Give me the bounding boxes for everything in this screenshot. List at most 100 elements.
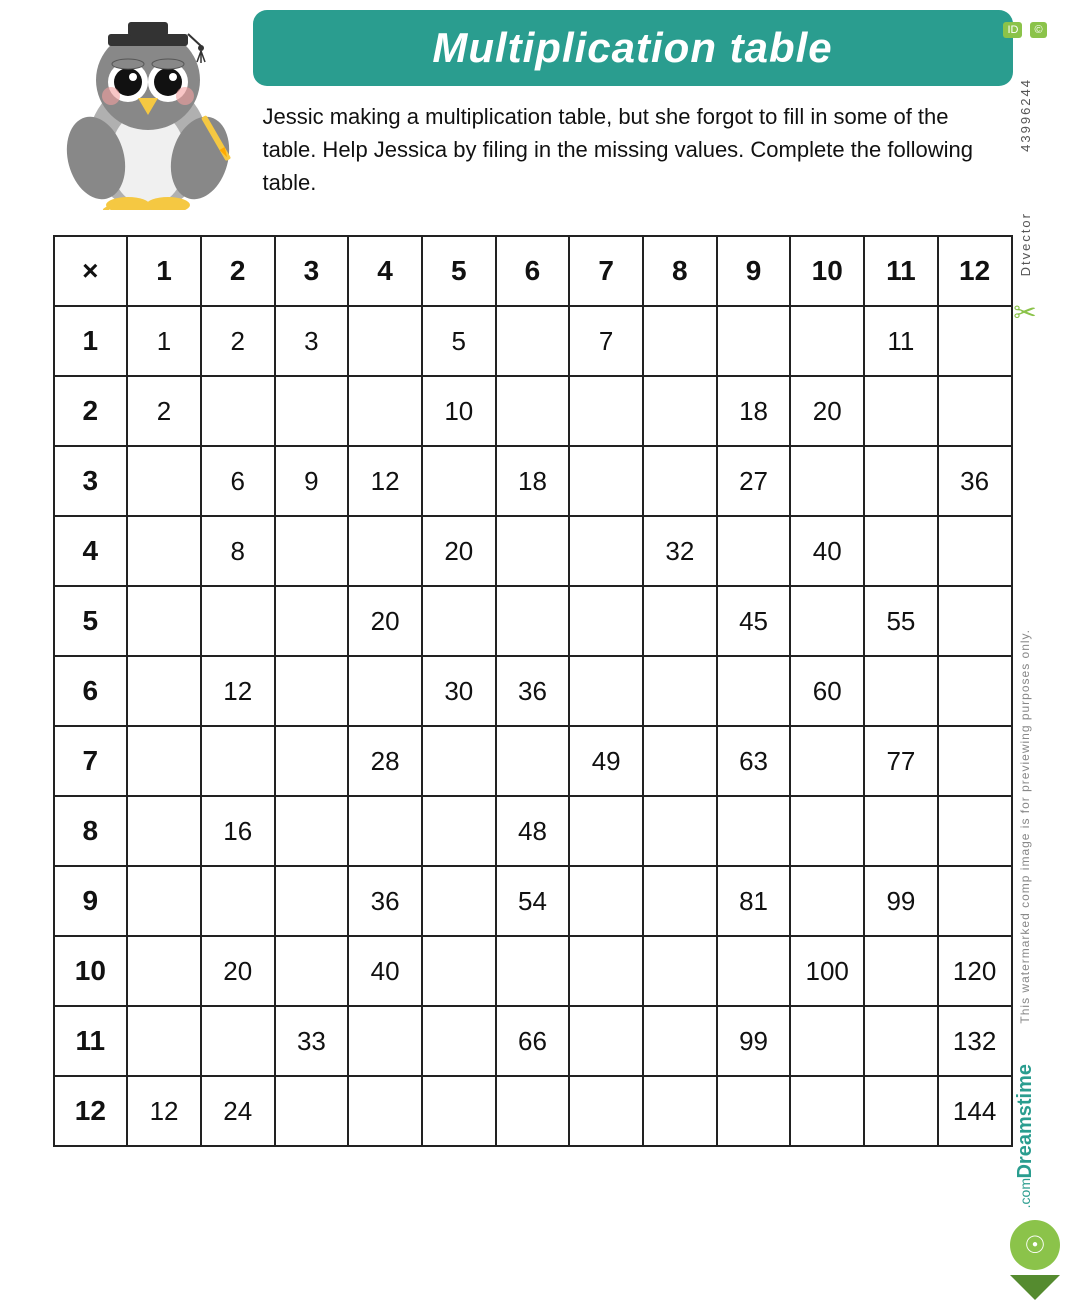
- cell-4-4: [348, 516, 422, 586]
- cell-12-3: [275, 1076, 349, 1146]
- cell-10-4: 40: [348, 936, 422, 1006]
- cell-10-11: [864, 936, 938, 1006]
- cell-12-2: 24: [201, 1076, 275, 1146]
- cell-11-11: [864, 1006, 938, 1076]
- cell-4-8: 32: [643, 516, 717, 586]
- cell-11-7: [569, 1006, 643, 1076]
- row-label-6: 6: [54, 656, 128, 726]
- table-row: 5204555: [54, 586, 1012, 656]
- cell-7-10: [790, 726, 864, 796]
- cell-2-2: [201, 376, 275, 446]
- cell-3-10: [790, 446, 864, 516]
- table-row: 81648: [54, 796, 1012, 866]
- cell-8-9: [717, 796, 791, 866]
- cell-11-2: [201, 1006, 275, 1076]
- cell-10-1: [127, 936, 201, 1006]
- cell-4-2: 8: [201, 516, 275, 586]
- cell-9-7: [569, 866, 643, 936]
- cell-2-8: [643, 376, 717, 446]
- cell-12-1: 12: [127, 1076, 201, 1146]
- cell-2-7: [569, 376, 643, 446]
- cell-1-9: [717, 306, 791, 376]
- cell-7-4: 28: [348, 726, 422, 796]
- cell-4-7: [569, 516, 643, 586]
- dreamstime-brand: Dreamstime: [1014, 1064, 1037, 1179]
- cell-4-10: 40: [790, 516, 864, 586]
- title-banner: Multiplication table: [253, 10, 1013, 86]
- row-label-12: 12: [54, 1076, 128, 1146]
- cell-7-3: [275, 726, 349, 796]
- cell-12-7: [569, 1076, 643, 1146]
- cell-9-6: 54: [496, 866, 570, 936]
- table-header-col-5: 5: [422, 236, 496, 306]
- cell-5-1: [127, 586, 201, 656]
- cell-8-5: [422, 796, 496, 866]
- cell-5-8: [643, 586, 717, 656]
- cell-4-11: [864, 516, 938, 586]
- dreamstime-domain: .com: [1017, 1178, 1033, 1208]
- cell-9-8: [643, 866, 717, 936]
- cell-6-3: [275, 656, 349, 726]
- cell-3-5: [422, 446, 496, 516]
- cell-3-9: 27: [717, 446, 791, 516]
- cell-5-11: 55: [864, 586, 938, 656]
- badge-2: ©: [1030, 22, 1046, 38]
- cell-2-11: [864, 376, 938, 446]
- cell-1-3: 3: [275, 306, 349, 376]
- cell-1-10: [790, 306, 864, 376]
- header-area: Multiplication table Jessic making a mul…: [53, 10, 1013, 215]
- cell-9-4: 36: [348, 866, 422, 936]
- cell-12-11: [864, 1076, 938, 1146]
- cell-10-7: [569, 936, 643, 1006]
- cell-8-10: [790, 796, 864, 866]
- cell-11-6: 66: [496, 1006, 570, 1076]
- cell-7-6: [496, 726, 570, 796]
- row-label-4: 4: [54, 516, 128, 586]
- table-row: 11235711: [54, 306, 1012, 376]
- cell-7-11: 77: [864, 726, 938, 796]
- table-header-col-10: 10: [790, 236, 864, 306]
- table-header-col-9: 9: [717, 236, 791, 306]
- table-row: 4 8 20 32 40: [54, 516, 1012, 586]
- cell-3-3: 9: [275, 446, 349, 516]
- cell-1-5: 5: [422, 306, 496, 376]
- cell-6-11: [864, 656, 938, 726]
- cell-4-5: 20: [422, 516, 496, 586]
- cell-9-3: [275, 866, 349, 936]
- cell-3-11: [864, 446, 938, 516]
- cell-11-8: [643, 1006, 717, 1076]
- table-row: 121224144: [54, 1076, 1012, 1146]
- cell-9-1: [127, 866, 201, 936]
- cell-10-10: 100: [790, 936, 864, 1006]
- cell-1-4: [348, 306, 422, 376]
- cell-8-2: 16: [201, 796, 275, 866]
- side-decoration: ID © 43996244 Dtvector ✂ This watermarke…: [985, 0, 1065, 1300]
- cell-12-4: [348, 1076, 422, 1146]
- cell-3-7: [569, 446, 643, 516]
- cell-6-1: [127, 656, 201, 726]
- row-label-8: 8: [54, 796, 128, 866]
- cell-5-2: [201, 586, 275, 656]
- cell-5-9: 45: [717, 586, 791, 656]
- table-header-col-1: 1: [127, 236, 201, 306]
- cell-1-2: 2: [201, 306, 275, 376]
- cell-2-9: 18: [717, 376, 791, 446]
- cell-6-2: 12: [201, 656, 275, 726]
- table-header-col-8: 8: [643, 236, 717, 306]
- table-row: 612303660: [54, 656, 1012, 726]
- cell-6-8: [643, 656, 717, 726]
- row-label-3: 3: [54, 446, 128, 516]
- table-row: 22101820: [54, 376, 1012, 446]
- table-row: 11336699132: [54, 1006, 1012, 1076]
- cell-8-4: [348, 796, 422, 866]
- dreamstime-logo-circle: ☉: [1010, 1220, 1060, 1270]
- cell-9-2: [201, 866, 275, 936]
- cell-10-5: [422, 936, 496, 1006]
- cell-1-11: 11: [864, 306, 938, 376]
- row-label-10: 10: [54, 936, 128, 1006]
- cell-7-5: [422, 726, 496, 796]
- cell-7-1: [127, 726, 201, 796]
- cell-2-3: [275, 376, 349, 446]
- cell-11-5: [422, 1006, 496, 1076]
- row-label-9: 9: [54, 866, 128, 936]
